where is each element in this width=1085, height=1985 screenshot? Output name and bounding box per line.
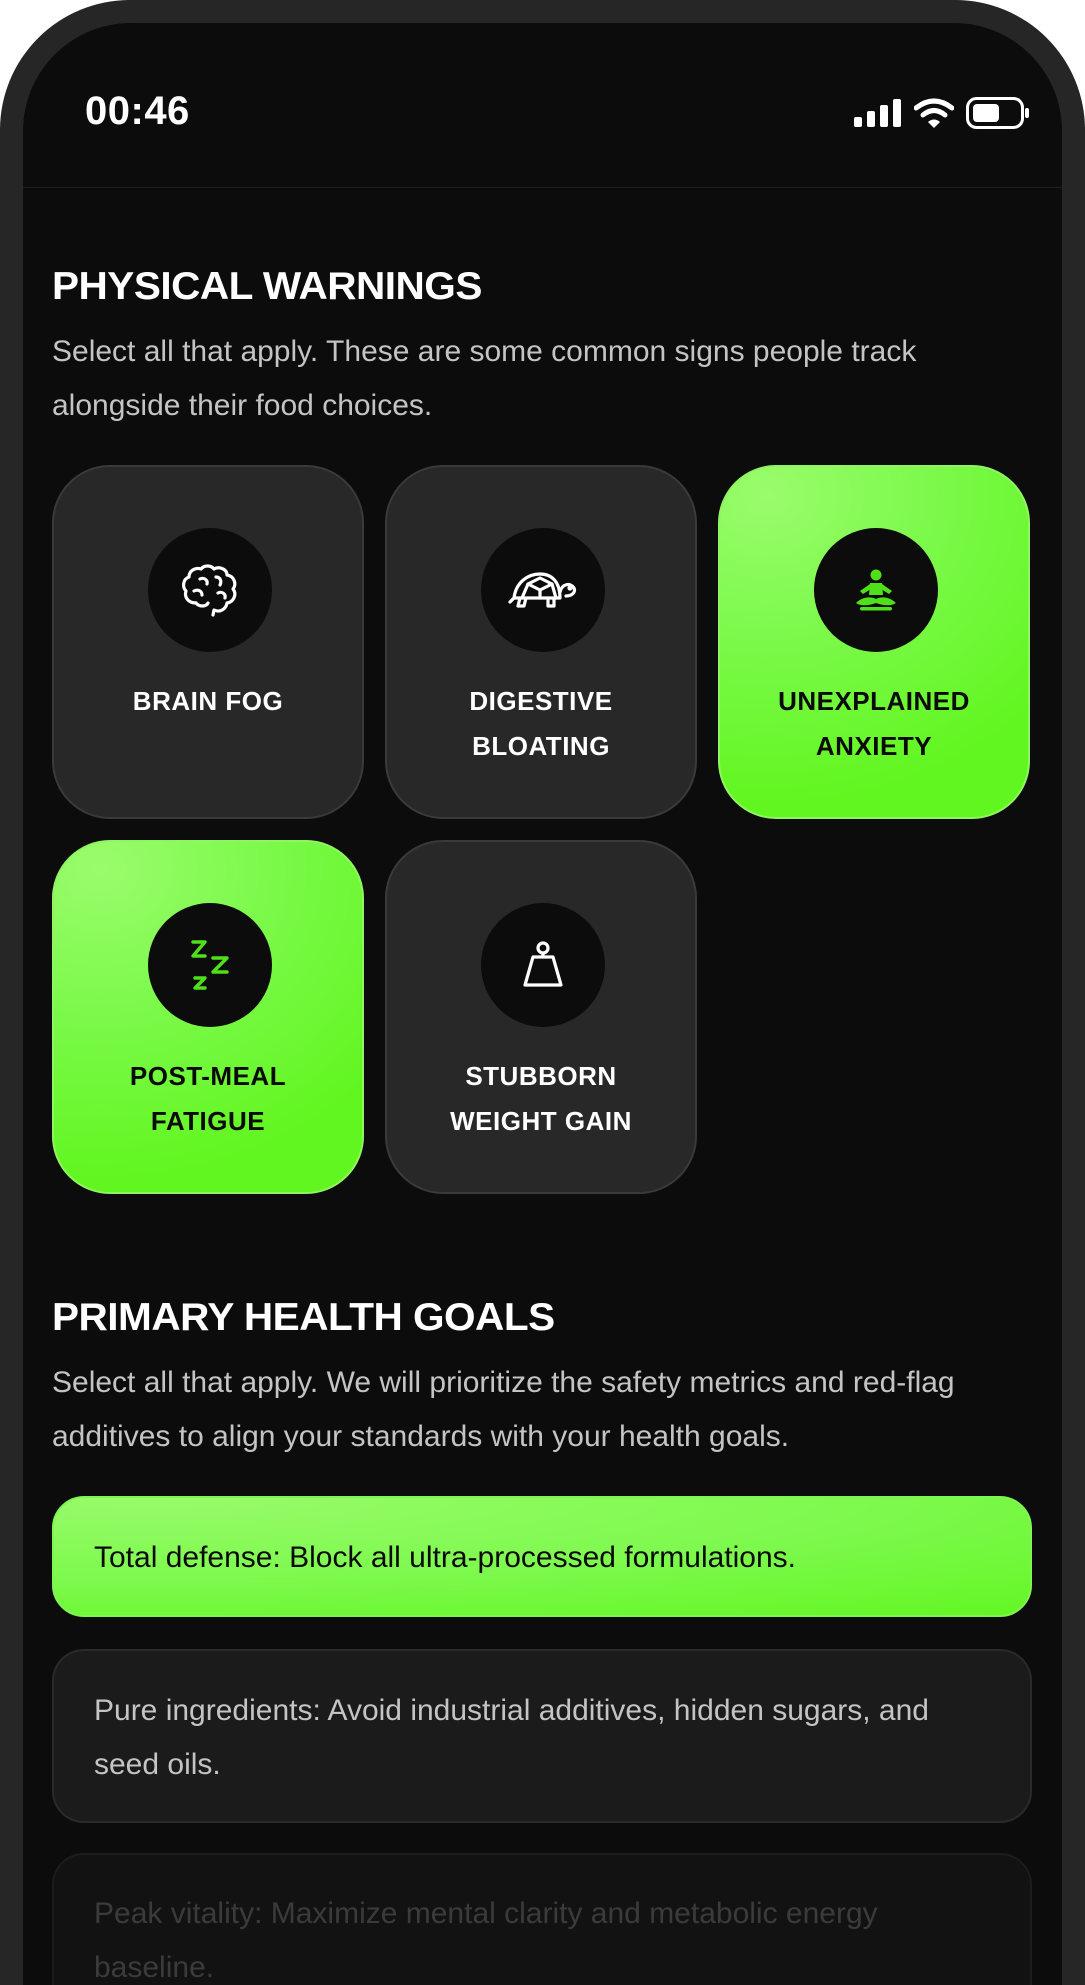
turtle-icon	[481, 528, 605, 652]
card-label: STUBBORN WEIGHT GAIN	[450, 1061, 632, 1136]
goal-option-pure-ingredients[interactable]: Pure ingredients: Avoid industrial addit…	[52, 1649, 1032, 1823]
card-label: POST-MEAL FATIGUE	[129, 1061, 287, 1136]
health-goals-title: PRIMARY HEALTH GOALS	[52, 1296, 555, 1339]
status-divider	[23, 187, 1062, 188]
signal-icon	[854, 99, 901, 127]
warning-card-stubborn-weight-gain[interactable]: STUBBORN WEIGHT GAIN	[385, 840, 697, 1194]
warning-card-digestive-bloating[interactable]: DIGESTIVE BLOATING	[385, 465, 697, 819]
goal-option-total-defense[interactable]: Total defense: Block all ultra-processed…	[52, 1496, 1032, 1617]
status-icons	[854, 97, 1030, 129]
physical-warnings-title: PHYSICAL WARNINGS	[52, 265, 482, 308]
card-label: DIGESTIVE BLOATING	[469, 686, 613, 761]
phone-frame: 00:46 PHYSICAL WARNINGS Select all that …	[0, 0, 1085, 1985]
card-label: UNEXPLAINED ANXIETY	[778, 686, 970, 761]
warning-card-unexplained-anxiety[interactable]: UNEXPLAINED ANXIETY	[718, 465, 1030, 819]
card-label: BRAIN FOG	[132, 686, 284, 716]
goal-option-text: Pure ingredients: Avoid industrial addit…	[94, 1694, 929, 1781]
sleep-zzz-icon	[148, 903, 272, 1027]
goal-option-text: Peak vitality: Maximize mental clarity a…	[94, 1897, 878, 1984]
goal-option-peak-vitality[interactable]: Peak vitality: Maximize mental clarity a…	[52, 1853, 1032, 1985]
health-goals-description: Select all that apply. We will prioritiz…	[52, 1366, 955, 1453]
brain-icon	[148, 528, 272, 652]
goal-option-text: Total defense: Block all ultra-processed…	[94, 1541, 797, 1574]
weight-icon	[481, 903, 605, 1027]
status-time: 00:46	[85, 89, 190, 133]
warning-card-post-meal-fatigue[interactable]: POST-MEAL FATIGUE	[52, 840, 364, 1194]
warning-card-brain-fog[interactable]: BRAIN FOG	[52, 465, 364, 819]
battery-icon	[966, 97, 1029, 129]
wifi-icon	[914, 98, 954, 128]
meditation-icon	[814, 528, 938, 652]
screen: 00:46 PHYSICAL WARNINGS Select all that …	[23, 23, 1062, 1985]
physical-warnings-description: Select all that apply. These are some co…	[52, 335, 917, 422]
status-bar: 00:46	[23, 23, 1062, 188]
